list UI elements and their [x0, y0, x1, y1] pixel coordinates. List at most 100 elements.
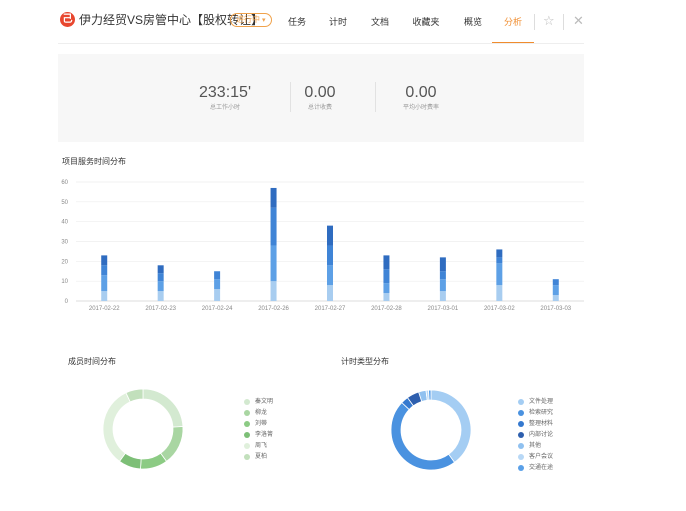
- stat-total-hours: 233:15' 总工作小时: [170, 84, 280, 112]
- bar-segment[interactable]: [101, 291, 108, 301]
- bar-segment[interactable]: [439, 257, 446, 272]
- legend-swatch: [244, 454, 250, 460]
- bar-segment[interactable]: [157, 265, 164, 274]
- bar-segment[interactable]: [327, 245, 333, 266]
- bar-segment[interactable]: [270, 281, 277, 301]
- bar-segment[interactable]: [496, 257, 503, 264]
- legend-label: 刘蒂: [255, 421, 268, 427]
- bar-segment[interactable]: [496, 249, 503, 258]
- legend-label: 周飞: [255, 443, 268, 449]
- stat-label: 总计收费: [307, 105, 332, 111]
- star-icon[interactable]: ☆: [543, 13, 555, 29]
- x-tick-label: 2017-02-22: [89, 306, 120, 312]
- bar-segment[interactable]: [327, 225, 333, 246]
- service-chart-title: 项目服务时间分布: [62, 157, 126, 166]
- tab-documents[interactable]: 文档: [369, 0, 391, 44]
- x-tick-label: 2017-03-02: [484, 306, 515, 312]
- close-icon[interactable]: ✕: [573, 13, 584, 29]
- donut-slice[interactable]: [390, 402, 456, 471]
- bar-segment[interactable]: [270, 187, 277, 208]
- bar-segment[interactable]: [383, 283, 390, 294]
- bar-segment[interactable]: [214, 289, 221, 301]
- type-chart-title: 计时类型分布: [341, 357, 389, 366]
- legend-label: 内部讨论: [529, 432, 554, 438]
- bar-segment[interactable]: [327, 265, 333, 286]
- bar-segment[interactable]: [552, 295, 559, 301]
- donut-slice[interactable]: [160, 426, 184, 462]
- bar-segment[interactable]: [383, 255, 390, 270]
- project-header: 己 伊力经贸VS房管中心【股权转让】 进行中 ▾ 任务 计时 文档 收藏夹 概览 …: [0, 0, 686, 44]
- bar-segment[interactable]: [383, 269, 390, 284]
- stat-total-fee: 0.00 总计收费: [265, 84, 375, 112]
- bar-segment[interactable]: [270, 207, 277, 246]
- header-divider: [534, 14, 535, 30]
- legend-label: 客户会议: [529, 454, 554, 460]
- legend-swatch: [518, 432, 524, 438]
- legend-swatch: [518, 465, 524, 471]
- x-tick-label: 2017-02-24: [202, 306, 233, 312]
- bar-segment[interactable]: [439, 279, 446, 292]
- y-tick-label: 30: [61, 240, 68, 246]
- bar-segment[interactable]: [101, 265, 108, 276]
- bar-segment[interactable]: [552, 285, 559, 296]
- bar-segment[interactable]: [496, 285, 503, 301]
- y-tick-label: 10: [61, 279, 68, 285]
- service-time-bar-chart: 0 10 20 30 40 50 60 2017-02-22 2017-02-23 2017-02…: [61, 180, 584, 312]
- legend-label: 其他: [529, 443, 542, 449]
- bar-segment[interactable]: [157, 273, 164, 282]
- tab-tasks[interactable]: 任务: [286, 0, 308, 44]
- bar-segment[interactable]: [552, 279, 559, 286]
- donut-slice[interactable]: [102, 392, 131, 462]
- stat-value: 0.00: [304, 84, 336, 101]
- tab-timing[interactable]: 计时: [327, 0, 349, 44]
- legend-label: 李洛箐: [255, 432, 274, 438]
- y-tick-label: 50: [61, 200, 68, 206]
- tab-favorites[interactable]: 收藏夹: [411, 0, 441, 44]
- donut-slice[interactable]: [140, 452, 168, 470]
- donut-slice[interactable]: [430, 389, 472, 463]
- legend-swatch: [518, 421, 524, 427]
- legend-swatch: [244, 421, 250, 427]
- chevron-down-icon: ▾: [262, 17, 266, 24]
- legend-swatch: [518, 399, 524, 405]
- donut-slice[interactable]: [428, 389, 432, 401]
- bar-segment[interactable]: [270, 245, 277, 282]
- bar-segment[interactable]: [439, 291, 446, 301]
- bar-segment[interactable]: [157, 281, 164, 292]
- donut-slice[interactable]: [142, 388, 184, 428]
- bar-segment[interactable]: [214, 279, 221, 290]
- legend-swatch: [244, 399, 250, 405]
- legend-swatch: [244, 432, 250, 438]
- legend-label: 检索研究: [529, 410, 554, 416]
- status-dropdown[interactable]: 进行中 ▾: [230, 13, 272, 27]
- legend-swatch: [518, 443, 524, 449]
- tab-analysis[interactable]: 分析: [492, 0, 534, 44]
- stat-avg-rate: 0.00 平均小时费率: [366, 84, 476, 112]
- tab-overview[interactable]: 概览: [462, 0, 484, 44]
- bar-segment[interactable]: [383, 293, 390, 301]
- x-tick-label: 2017-03-01: [428, 306, 459, 312]
- y-tick-label: 20: [61, 259, 68, 265]
- stats-panel: 233:15' 总工作小时 0.00 总计收费 0.00 平均小时费率: [58, 54, 584, 142]
- member-chart-title: 成员时间分布: [68, 357, 116, 366]
- header-divider: [563, 14, 564, 30]
- bar-segment[interactable]: [157, 291, 164, 301]
- y-tick-label: 60: [61, 180, 68, 186]
- stat-label: 平均小时费率: [402, 105, 439, 111]
- bar-segment[interactable]: [214, 271, 221, 280]
- x-tick-label: 2017-02-27: [315, 306, 346, 312]
- legend-swatch: [518, 410, 524, 416]
- bar-segment[interactable]: [327, 285, 333, 301]
- header-divider-line: [58, 43, 584, 44]
- x-tick-label: 2017-02-23: [145, 306, 176, 312]
- x-tick-label: 2017-03-03: [540, 306, 571, 312]
- bar-segment[interactable]: [439, 271, 446, 280]
- member-time-donut-chart: [102, 388, 184, 470]
- bar-segment[interactable]: [101, 275, 108, 292]
- bar-segment[interactable]: [496, 263, 503, 286]
- status-label: 进行中: [236, 15, 260, 24]
- legend-swatch: [244, 443, 250, 449]
- project-logo-icon: 己: [60, 12, 75, 27]
- bar-segment[interactable]: [101, 255, 108, 266]
- legend-label: 秦文明: [255, 399, 274, 405]
